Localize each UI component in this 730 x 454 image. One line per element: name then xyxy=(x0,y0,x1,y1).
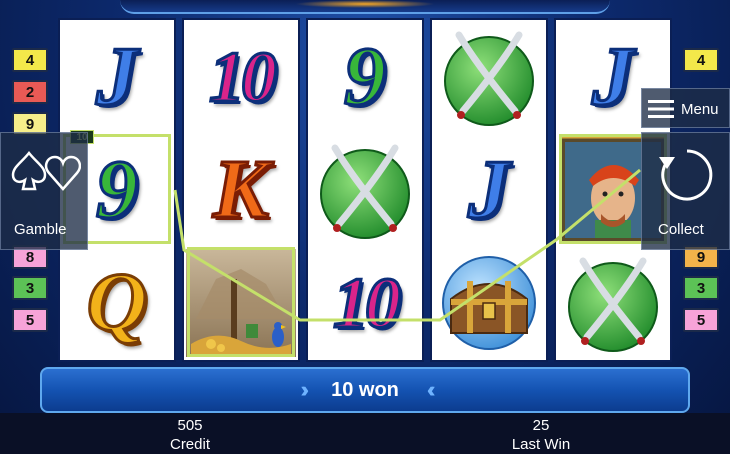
menu-label: Menu xyxy=(681,101,719,118)
credit-label: Credit xyxy=(169,436,210,453)
collect-button[interactable]: Collect xyxy=(641,132,730,250)
status-bar: 505 Credit 25 Last Win xyxy=(0,413,730,454)
win-message-bar: ›› 10 won ‹‹ xyxy=(40,367,690,413)
hamburger-icon xyxy=(648,100,674,118)
gamble-button[interactable]: Gamble xyxy=(0,132,88,250)
chevrons-left-icon: ‹‹ xyxy=(426,377,435,402)
credit-display: 505 Credit xyxy=(130,416,250,454)
collect-label: Collect xyxy=(658,221,704,238)
chevrons-right-icon: ›› xyxy=(300,377,308,402)
last-win-label: Last Win xyxy=(511,436,571,453)
credit-value: 505 xyxy=(177,417,203,434)
refresh-icon xyxy=(659,149,713,201)
last-win-display: 25 Last Win xyxy=(481,416,601,454)
menu-button[interactable]: Menu xyxy=(641,88,730,128)
game-stage: 4 2 9 8 3 5 4 9 3 5 J 9 Q 10 10 K xyxy=(0,0,730,454)
card-suits-icon xyxy=(11,150,81,191)
win-message: 10 won xyxy=(331,378,399,401)
last-win-value: 25 xyxy=(532,417,550,434)
gamble-label: Gamble xyxy=(14,221,67,238)
